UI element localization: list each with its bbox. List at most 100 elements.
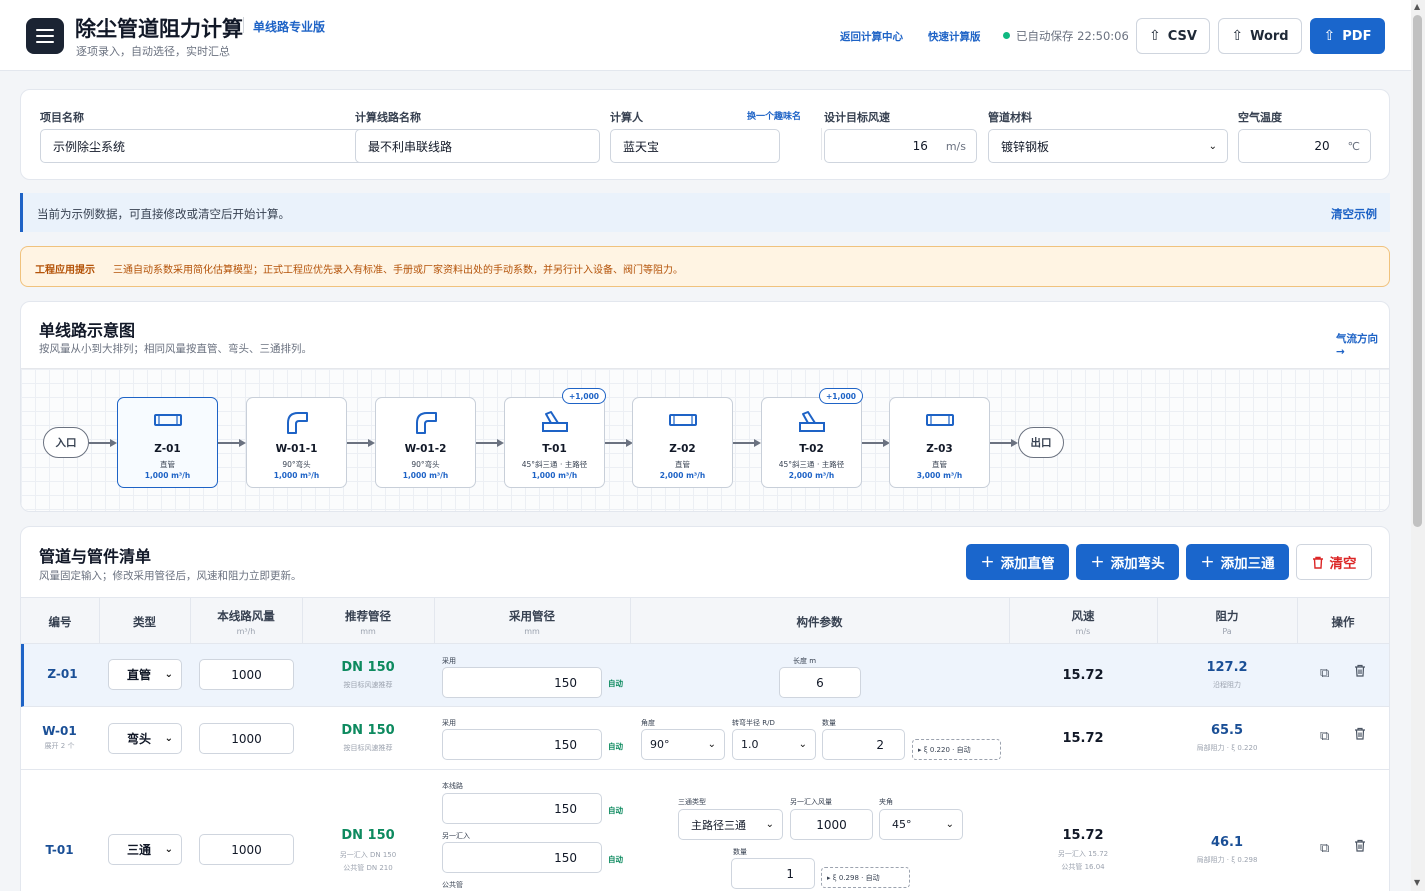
target-speed-input[interactable]: 16 m/s (824, 129, 977, 163)
add-duct-button[interactable]: + 添加直管 (966, 544, 1069, 580)
xi-toggle[interactable]: ▸ ξ 0.298 · 自动 (821, 867, 910, 888)
flow-arrow (347, 439, 375, 446)
row-flow-input[interactable]: 1000 (199, 659, 294, 690)
route-name-input[interactable]: 最不利串联线路 (355, 129, 600, 163)
diagram-node[interactable]: Z-02 直管 2,000 m³/h (632, 397, 733, 488)
trash-icon (1312, 556, 1323, 569)
used-diameter-input[interactable]: 150 (442, 729, 602, 760)
scroll-up-icon[interactable]: ▲ (1414, 2, 1420, 11)
auto-tag: 自动 (608, 679, 623, 688)
plus-icon: + (980, 552, 995, 572)
air-temp-input[interactable]: 20 ℃ (1238, 129, 1371, 163)
resistance-value: 65.5 (1210, 723, 1244, 738)
route-diagram-card: 单线路示意图 按风量从小到大排列；相同风量按直管、弯头、三通排列。 气流方向 →… (20, 301, 1390, 512)
tee-type-select[interactable]: 主路径三通 ⌄ (678, 809, 783, 840)
row-type-select[interactable]: 三通 ⌄ (108, 834, 182, 865)
auto-tag: 自动 (608, 855, 623, 864)
line-diameter-input[interactable]: 150 (442, 793, 602, 824)
elbow-count-input[interactable]: 2 (822, 729, 905, 760)
used-diameter-input[interactable]: 150 (442, 667, 602, 698)
diagram-node[interactable]: W-01-1 90°弯头 1,000 m³/h (246, 397, 347, 488)
delete-icon[interactable] (1354, 839, 1366, 856)
elbow-icon (247, 410, 346, 434)
add-elbow-button[interactable]: + 添加弯头 (1076, 544, 1179, 580)
flow-arrow (89, 439, 117, 446)
air-temp-label: 空气温度 (1238, 111, 1282, 124)
target-speed-label: 设计目标风速 (824, 111, 890, 124)
diagram-node[interactable]: +1,000 T-01 45°斜三通 · 主路径 1,000 m³/h (504, 388, 607, 488)
tee-angle-select[interactable]: 45° ⌄ (879, 809, 963, 840)
elbow-angle-select[interactable]: 90° ⌄ (641, 729, 725, 760)
bend-radius-select[interactable]: 1.0 ⌄ (732, 729, 816, 760)
table-row[interactable]: Z-01 直管 ⌄ 1000 DN 150 按目标风速推荐 采用 150 自动 长… (21, 644, 1389, 707)
chevron-down-icon: ⌄ (945, 819, 954, 830)
tee-count-input[interactable]: 1 (731, 858, 815, 889)
diagram-title: 单线路示意图 (39, 321, 136, 340)
copy-icon[interactable]: ⧉ (1320, 729, 1329, 744)
component-list-card: 管道与管件清单 风量固定输入；修改采用管径后，风速和阻力立即更新。 + 添加直管 … (20, 526, 1390, 891)
diagram-node[interactable]: +1,000 T-02 45°斜三通 · 主路径 2,000 m³/h (761, 388, 864, 488)
export-csv-button[interactable]: ⇧ CSV (1136, 18, 1210, 54)
row-type-select[interactable]: 弯头 ⌄ (108, 723, 182, 754)
chevron-down-icon: ⌄ (798, 739, 807, 750)
xi-toggle[interactable]: ▸ ξ 0.220 · 自动 (912, 739, 1001, 760)
scrollbar[interactable]: ▲ ▼ (1411, 0, 1425, 891)
clear-sample-link[interactable]: 清空示例 (1331, 206, 1377, 222)
row-expand-note: 展开 2 个 (44, 742, 75, 750)
project-name-input[interactable]: 示例除尘系统 (40, 129, 364, 163)
calculator-input[interactable]: 蓝天宝 (610, 129, 780, 163)
chevron-down-icon: ⌄ (765, 819, 774, 830)
material-label: 管道材料 (988, 111, 1032, 124)
flow-arrow (733, 439, 761, 446)
table-title: 管道与管件清单 (39, 547, 152, 566)
row-type-select[interactable]: 直管 ⌄ (108, 659, 182, 690)
col-ops: 操作 (1331, 614, 1355, 629)
other-diameter-input[interactable]: 150 (442, 842, 602, 873)
other-flow-input[interactable]: 1000 (790, 809, 873, 840)
chevron-down-icon: ⌄ (164, 844, 173, 855)
add-tee-button[interactable]: + 添加三通 (1186, 544, 1289, 580)
export-pdf-button[interactable]: ⇧ PDF (1310, 18, 1385, 54)
back-to-center-link[interactable]: 返回计算中心 (840, 29, 903, 44)
table-row[interactable]: W-01 展开 2 个 弯头 ⌄ 1000 DN 150 按目标风速推荐 采用 1… (21, 707, 1389, 770)
warning-tag: 工程应用提示 (35, 265, 95, 276)
rename-link[interactable]: 换一个趣味名 (747, 109, 801, 122)
sample-data-notice: 当前为示例数据，可直接修改或清空后开始计算。 清空示例 (20, 193, 1390, 232)
notice-text: 当前为示例数据，可直接修改或清空后开始计算。 (37, 207, 290, 221)
table-row[interactable]: T-01 三通 ⌄ 1000 DN 150 另一汇入 DN 150 公共管 DN … (21, 770, 1389, 891)
title-divider (243, 17, 244, 33)
auto-tag: 自动 (608, 742, 623, 751)
menu-icon[interactable] (26, 18, 64, 54)
diagram-node[interactable]: Z-01 直管 1,000 m³/h (117, 397, 218, 488)
warning-text: 三通自动系数采用简化估算模型；正式工程应优先录入有标准、手册或厂家资料出处的手动… (113, 265, 683, 276)
export-word-button[interactable]: ⇧ Word (1218, 18, 1302, 54)
delete-icon[interactable] (1354, 664, 1366, 681)
engineering-warning: 工程应用提示 三通自动系数采用简化估算模型；正式工程应优先录入有标准、手册或厂家… (20, 246, 1390, 287)
save-status-dot (1003, 32, 1010, 39)
upload-icon: ⇧ (1323, 28, 1336, 44)
row-flow-input[interactable]: 1000 (199, 723, 294, 754)
edition-label: 单线路专业版 (253, 20, 326, 34)
scrollbar-thumb[interactable] (1413, 15, 1422, 527)
app-subtitle: 逐项录入，自动选径，实时汇总 (76, 45, 230, 58)
duct-icon (633, 410, 732, 432)
diagram-node[interactable]: W-01-2 90°弯头 1,000 m³/h (375, 397, 476, 488)
scroll-down-icon[interactable]: ▼ (1414, 878, 1420, 887)
row-flow-input[interactable]: 1000 (199, 834, 294, 865)
quick-calc-link[interactable]: 快速计算版 (928, 29, 981, 44)
delete-icon[interactable] (1354, 727, 1366, 744)
material-select[interactable]: 镀锌钢板 ⌄ (988, 129, 1228, 163)
col-resistance: 阻力 Pa (1215, 608, 1239, 636)
velocity-value: 15.72 (1062, 668, 1104, 683)
flow-arrow (218, 439, 246, 446)
flow-direction-link[interactable]: 气流方向 → (1336, 331, 1389, 358)
chevron-down-icon: ⌄ (164, 733, 173, 744)
length-input[interactable]: 6 (779, 667, 861, 698)
copy-icon[interactable]: ⧉ (1320, 841, 1329, 856)
auto-tag: 自动 (608, 806, 623, 815)
copy-icon[interactable]: ⧉ (1320, 666, 1329, 681)
diagram-node[interactable]: Z-03 直管 3,000 m³/h (889, 397, 990, 488)
clear-all-button[interactable]: 清空 (1296, 544, 1372, 580)
flow-arrow (476, 439, 504, 446)
route-name-label: 计算线路名称 (355, 111, 421, 124)
